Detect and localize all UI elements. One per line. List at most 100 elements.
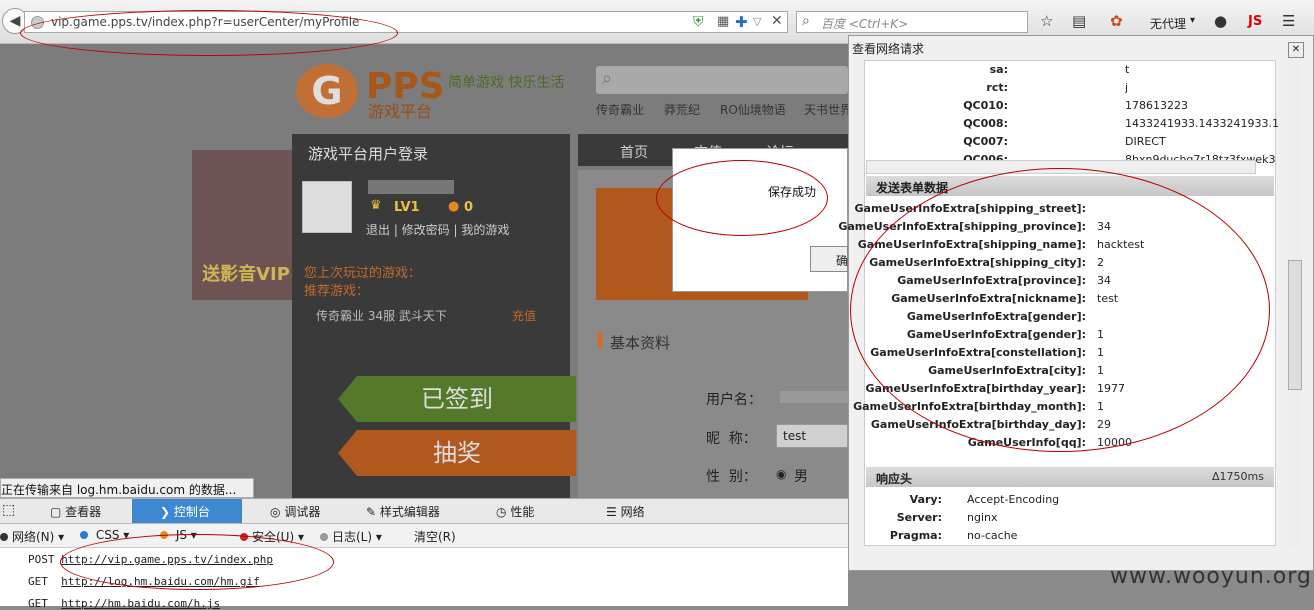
performance-icon: ◷ [496, 505, 507, 519]
annotation-oval [20, 10, 398, 56]
crown-icon: ♛ [370, 198, 382, 213]
inspector-icon: ▢ [50, 505, 62, 519]
dropdown-icon[interactable]: ▽ [753, 15, 761, 28]
annotation-oval [656, 160, 828, 236]
clear-button[interactable]: 清空(R) [414, 528, 456, 545]
close-button[interactable]: ✕ [1288, 42, 1304, 58]
filter-log[interactable]: 日志(L) ▾ [320, 528, 382, 545]
avatar[interactable] [302, 181, 352, 233]
field-value: t [1125, 63, 1130, 76]
field-key: QC007: [963, 135, 1008, 148]
search-icon: ⌕ [602, 68, 613, 89]
star-icon[interactable]: ☆ [1040, 12, 1053, 30]
game-search-input[interactable]: ⌕ [596, 66, 848, 94]
menu-icon[interactable]: ☰ [1282, 12, 1295, 30]
game-link[interactable]: 天书世界 [804, 101, 852, 118]
filter-network[interactable]: 网络(N) ▾ [0, 528, 64, 545]
field-key: Vary: [909, 493, 942, 506]
user-level: LV1 [394, 200, 420, 215]
game-link[interactable]: 传奇霸业 [596, 101, 644, 118]
field-key: QC008: [963, 117, 1008, 130]
search-bar[interactable]: ⌕ 百度 <Ctrl+K> [796, 11, 1028, 33]
chevron-down-icon: ▾ [1190, 15, 1196, 26]
field-key: Server: [896, 511, 942, 524]
lottery-label: 抽奖 [433, 439, 481, 467]
log-method: GET [28, 597, 48, 610]
vip-banner[interactable]: 送影音VIP [192, 150, 300, 300]
tab-label: 网络 [620, 505, 645, 519]
nickname-input[interactable]: test [776, 424, 848, 448]
tab-inspector[interactable]: ▢ 查看器 [50, 503, 101, 520]
slogan: 简单游戏 快乐生活 [448, 75, 565, 91]
dialog-ok-button[interactable]: 确 [810, 246, 848, 272]
avatar-icon[interactable]: ● [1214, 12, 1227, 30]
signed-in-button[interactable]: 已签到 [338, 376, 576, 422]
close-icon[interactable]: ✕ [771, 13, 783, 29]
user-links[interactable]: 退出 | 修改密码 | 我的游戏 [366, 221, 509, 238]
tab-console[interactable]: ❯ 控制台 [160, 503, 210, 520]
game-link[interactable]: 莽荒纪 [664, 101, 700, 118]
bookmarks-icon[interactable]: ▤ [1072, 12, 1086, 30]
dot-icon [0, 533, 8, 541]
grid-icon[interactable]: ▦ [717, 14, 729, 29]
field-value: j [1125, 81, 1129, 94]
recent-game[interactable]: 传奇霸业 34服 武斗天下 [316, 307, 447, 324]
debugger-icon: ◎ [270, 505, 281, 519]
charge-link[interactable]: 充值 [512, 307, 536, 324]
tab-label: 调试器 [284, 505, 321, 519]
field-value: no-cache [967, 529, 1018, 542]
log-method: POST [28, 553, 55, 566]
console-icon: ❯ [160, 505, 171, 519]
addon-icon[interactable]: ✿ [1110, 12, 1123, 30]
search-icon: ⌕ [802, 13, 810, 29]
field-value: 178613223 [1125, 99, 1188, 112]
annotation-oval [850, 168, 1270, 452]
section-marker [598, 332, 602, 348]
radio-icon[interactable]: ◉ [776, 467, 786, 481]
log-method: GET [28, 575, 48, 588]
field-key: Pragma: [889, 529, 942, 542]
style-editor-icon: ✎ [366, 505, 377, 519]
signed-label: 已签到 [421, 385, 493, 413]
plus-icon[interactable]: ✚ [735, 13, 748, 31]
field-key: sa: [989, 63, 1008, 76]
status-bar: 正在传输来自 log.hm.baidu.com 的数据... [0, 478, 254, 498]
username-value [780, 391, 848, 403]
field-value: nginx [967, 511, 998, 524]
gender-value: 男 [794, 469, 808, 485]
username-blurred [368, 180, 454, 194]
tab-label: 样式编辑器 [379, 505, 440, 519]
filter-label: 网络(N) [12, 530, 55, 544]
watermark: www.wooyun.org [1110, 564, 1312, 589]
log-url[interactable]: http://hm.baidu.com/h.js [61, 597, 220, 610]
nav-home[interactable]: 首页 [620, 142, 648, 162]
coin-count: 0 [464, 200, 474, 215]
game-link[interactable]: RO仙境物语 [720, 101, 786, 118]
basic-info-heading: 基本资料 [610, 334, 671, 352]
inspect-icon[interactable]: ⬚ [2, 502, 15, 518]
js-toggle[interactable]: JS [1248, 14, 1262, 29]
tab-debugger[interactable]: ◎ 调试器 [270, 503, 320, 520]
tab-style-editor[interactable]: ✎ 样式编辑器 [366, 503, 440, 520]
dot-icon [320, 533, 328, 541]
field-key: QC010: [963, 99, 1008, 112]
tab-network[interactable]: ☰ 网络 [606, 503, 645, 520]
tab-label: 查看器 [65, 505, 102, 519]
field-value: DIRECT [1125, 135, 1166, 148]
tab-performance[interactable]: ◷ 性能 [496, 503, 534, 520]
filter-label: 日志(L) [332, 530, 373, 544]
logo-icon: G [296, 64, 358, 118]
recommend-label: 推荐游戏： [304, 284, 370, 299]
tab-label: 控制台 [173, 505, 210, 519]
scroll-thumb[interactable] [1288, 260, 1302, 390]
gender-label: 性 别： [706, 469, 757, 485]
coin-icon: ● [448, 199, 460, 214]
logo-subtitle: 游戏平台 [368, 102, 433, 121]
proxy-dropdown[interactable]: 无代理 [1150, 15, 1186, 32]
field-value: 1433241933.1433241933.1 [1125, 117, 1279, 130]
username-label: 用户名： [706, 392, 762, 408]
field-value: Accept-Encoding [967, 493, 1060, 506]
lottery-button[interactable]: 抽奖 [338, 430, 576, 476]
nickname-label: 昵 称： [706, 431, 757, 447]
login-title: 游戏平台用户登录 [308, 145, 429, 163]
